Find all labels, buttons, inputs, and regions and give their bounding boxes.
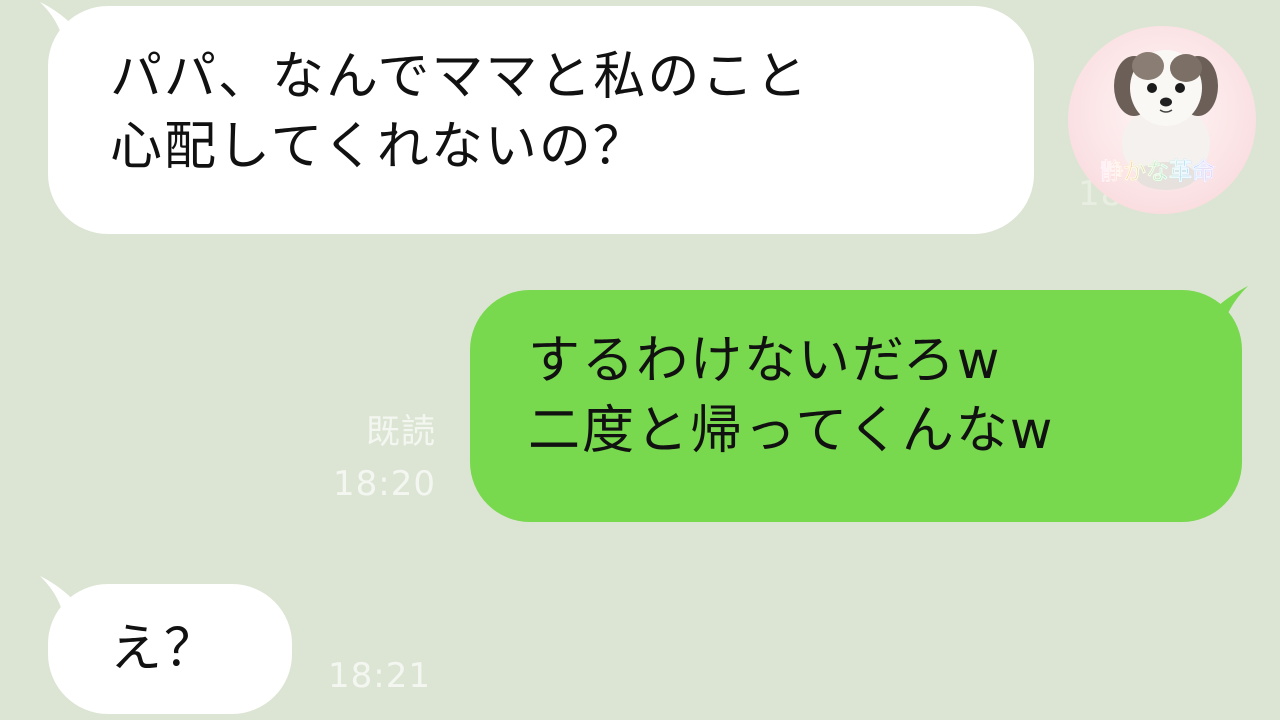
message-text-line: え？ [110, 619, 219, 679]
bubble-tail-icon [40, 576, 90, 618]
message-timestamp: 18:21 [328, 656, 431, 696]
message-text-line: 二度と帰ってくんなw [528, 401, 1055, 461]
message-text-line: するわけないだろw [528, 331, 1002, 391]
channel-logo-text: 静かな革命 [1100, 152, 1216, 186]
read-receipt: 既読 [366, 412, 436, 452]
avatar[interactable]: 静かな革命 [1068, 26, 1256, 214]
bubble-tail-icon [1194, 286, 1248, 328]
message-text-line: 心配してくれないの？ [110, 117, 647, 177]
message-text-line: パパ、なんでママと私のこと [110, 47, 810, 107]
bubble-tail-icon [40, 2, 90, 44]
outgoing-message-bubble[interactable]: するわけないだろw 二度と帰ってくんなw [470, 290, 1242, 522]
incoming-message-bubble[interactable]: パパ、なんでママと私のこと 心配してくれないの？ [48, 6, 1034, 234]
message-timestamp: 18:20 [333, 464, 436, 504]
